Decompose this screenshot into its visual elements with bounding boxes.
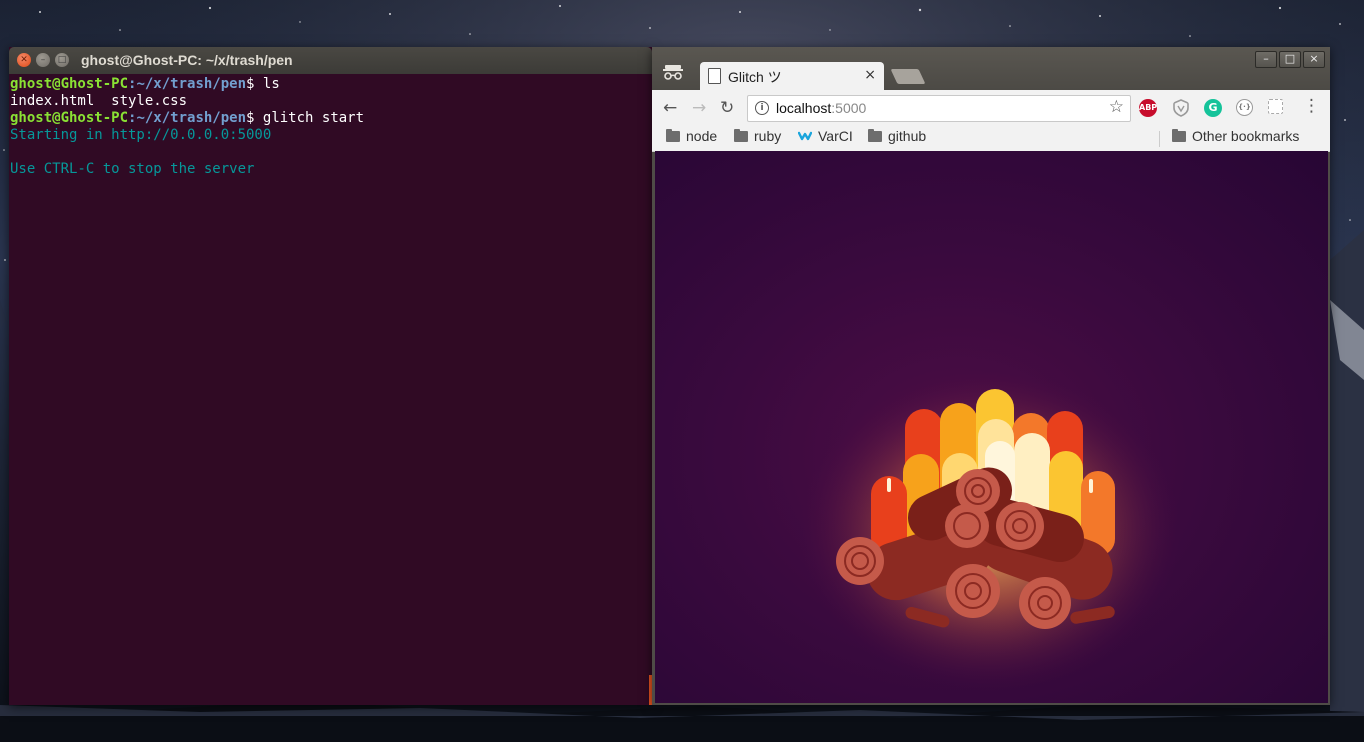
address-bar[interactable]: i localhost:5000 ☆ [747, 95, 1131, 122]
close-tab-icon[interactable]: × [864, 67, 876, 83]
folder-icon [868, 129, 882, 142]
maximize-icon[interactable]: □ [55, 53, 69, 67]
folder-icon [734, 129, 748, 142]
terminal-titlebar[interactable]: ✕ – □ ghost@Ghost-PC: ~/x/trash/pen [9, 47, 652, 74]
bookmark-node[interactable]: node [666, 128, 717, 144]
browser-window[interactable]: Glitch ツ × – □ × ← → ↻ i localhost:5000 … [652, 47, 1330, 705]
terminal-line: index.html style.css [10, 93, 188, 109]
menu-icon[interactable]: ⋮ [1303, 96, 1320, 116]
minimize-icon[interactable]: – [36, 53, 50, 67]
terminal-line: ghost@Ghost-PC:~/x/trash/pen$ glitch sta… [10, 110, 365, 126]
shield-icon[interactable] [1172, 99, 1190, 117]
terminal-line: Starting in http://0.0.0.0:5000 [10, 127, 272, 143]
terminal-window[interactable]: ✕ – □ ghost@Ghost-PC: ~/x/trash/pen ghos… [9, 47, 652, 705]
minimize-window-button[interactable]: – [1255, 51, 1277, 68]
folder-icon [1172, 129, 1186, 142]
back-icon[interactable]: ← [663, 98, 677, 118]
incognito-icon [663, 65, 683, 80]
reload-icon[interactable]: ↻ [720, 98, 734, 118]
abp-icon[interactable]: ABP [1139, 99, 1157, 117]
folder-icon [666, 129, 680, 142]
bookmarks-bar: node ruby VarCI github Other bookmarks [652, 126, 1330, 152]
tab-glitch[interactable]: Glitch ツ × [700, 62, 884, 90]
forward-icon[interactable]: → [692, 98, 706, 118]
bookmarks-divider [1159, 131, 1160, 147]
other-bookmarks[interactable]: Other bookmarks [1172, 128, 1299, 144]
terminal-line: ghost@Ghost-PC:~/x/trash/pen$ ls [10, 76, 280, 92]
info-icon[interactable]: i [755, 101, 769, 115]
campfire-illustration [800, 371, 1180, 691]
url-text[interactable]: localhost:5000 [776, 100, 866, 116]
grammarly-icon[interactable]: G [1204, 99, 1222, 117]
close-icon[interactable]: ✕ [17, 53, 31, 67]
terminal-line: Use CTRL-C to stop the server [10, 161, 255, 177]
page-icon [708, 68, 721, 84]
terminal-output[interactable]: ghost@Ghost-PC:~/x/trash/pen$ ls index.ht… [9, 74, 652, 180]
page-viewport[interactable] [655, 151, 1328, 703]
maximize-window-button[interactable]: □ [1279, 51, 1301, 68]
new-tab-button[interactable] [890, 69, 926, 84]
browser-titlebar[interactable]: Glitch ツ × – □ × [652, 47, 1330, 90]
terminal-line: ​ [10, 144, 651, 161]
bookmark-ruby[interactable]: ruby [734, 128, 781, 144]
json-viewer-icon[interactable]: {·} [1236, 99, 1253, 116]
varci-icon [797, 131, 813, 141]
tab-title: Glitch ツ [728, 69, 782, 85]
terminal-title: ghost@Ghost-PC: ~/x/trash/pen [81, 52, 293, 68]
bookmark-varci[interactable]: VarCI [797, 128, 853, 144]
screenshot-icon[interactable] [1268, 99, 1283, 114]
close-window-button[interactable]: × [1303, 51, 1325, 68]
browser-toolbar: ← → ↻ i localhost:5000 ☆ ABP G {·} ⋮ [652, 90, 1330, 126]
bookmark-star-icon[interactable]: ☆ [1109, 97, 1124, 117]
bookmark-github[interactable]: github [868, 128, 926, 144]
